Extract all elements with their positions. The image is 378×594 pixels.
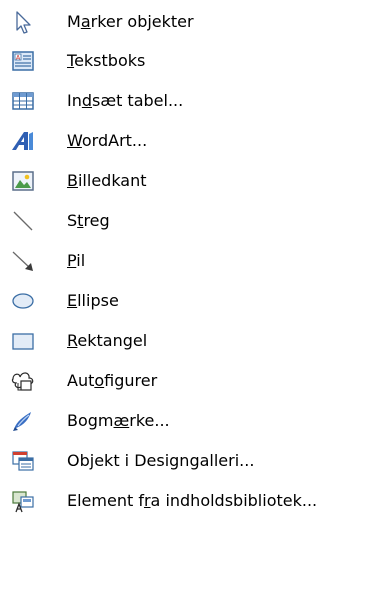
menu-item-autoshapes[interactable]: Autofigurer bbox=[0, 362, 378, 400]
menu-item-design-gallery-object[interactable]: Objekt i Designgalleri... bbox=[0, 442, 378, 480]
menu-item-label: Pil bbox=[67, 251, 86, 270]
menu-item-label: Indsæt tabel... bbox=[67, 91, 184, 110]
picture-icon bbox=[9, 167, 37, 195]
arrow-pointer-icon bbox=[9, 8, 37, 36]
line-icon bbox=[9, 207, 37, 235]
wordart-icon bbox=[9, 127, 37, 155]
menu-item-content-library-item[interactable]: Element fra indholdsbibliotek... bbox=[0, 482, 378, 520]
table-icon bbox=[9, 87, 37, 115]
insert-object-menu: Marker objekter A Tekstboks Indsæt tabel… bbox=[0, 0, 378, 594]
menu-item-label: Rektangel bbox=[67, 331, 148, 350]
menu-item-label: Objekt i Designgalleri... bbox=[67, 451, 255, 470]
menu-item-picture-frame[interactable]: Billedkant bbox=[0, 162, 378, 200]
rectangle-icon bbox=[9, 327, 37, 355]
text-box-icon: A bbox=[9, 47, 37, 75]
menu-item-arrow[interactable]: Pil bbox=[0, 242, 378, 280]
menu-item-label: Streg bbox=[67, 211, 110, 230]
menu-item-line[interactable]: Streg bbox=[0, 202, 378, 240]
menu-item-label: WordArt... bbox=[67, 131, 148, 150]
menu-item-rectangle[interactable]: Rektangel bbox=[0, 322, 378, 360]
menu-item-select-objects[interactable]: Marker objekter bbox=[0, 3, 378, 41]
design-gallery-icon bbox=[9, 447, 37, 475]
menu-item-label: Autofigurer bbox=[67, 371, 158, 390]
menu-item-label: Bogmærke... bbox=[67, 411, 170, 430]
ellipse-icon bbox=[9, 287, 37, 315]
menu-item-text-box[interactable]: A Tekstboks bbox=[0, 42, 378, 80]
menu-item-label: Marker objekter bbox=[67, 12, 194, 31]
autoshapes-icon bbox=[9, 367, 37, 395]
menu-item-label: Ellipse bbox=[67, 291, 119, 310]
arrow-icon bbox=[9, 247, 37, 275]
content-library-icon bbox=[9, 487, 37, 515]
menu-item-label: Billedkant bbox=[67, 171, 147, 190]
menu-item-wordart[interactable]: WordArt... bbox=[0, 122, 378, 160]
menu-item-label: Tekstboks bbox=[67, 51, 146, 70]
menu-item-insert-table[interactable]: Indsæt tabel... bbox=[0, 82, 378, 120]
menu-item-ellipse[interactable]: Ellipse bbox=[0, 282, 378, 320]
menu-item-label: Element fra indholdsbibliotek... bbox=[67, 491, 318, 510]
menu-item-bookmark[interactable]: Bogmærke... bbox=[0, 402, 378, 440]
bookmark-icon bbox=[9, 407, 37, 435]
